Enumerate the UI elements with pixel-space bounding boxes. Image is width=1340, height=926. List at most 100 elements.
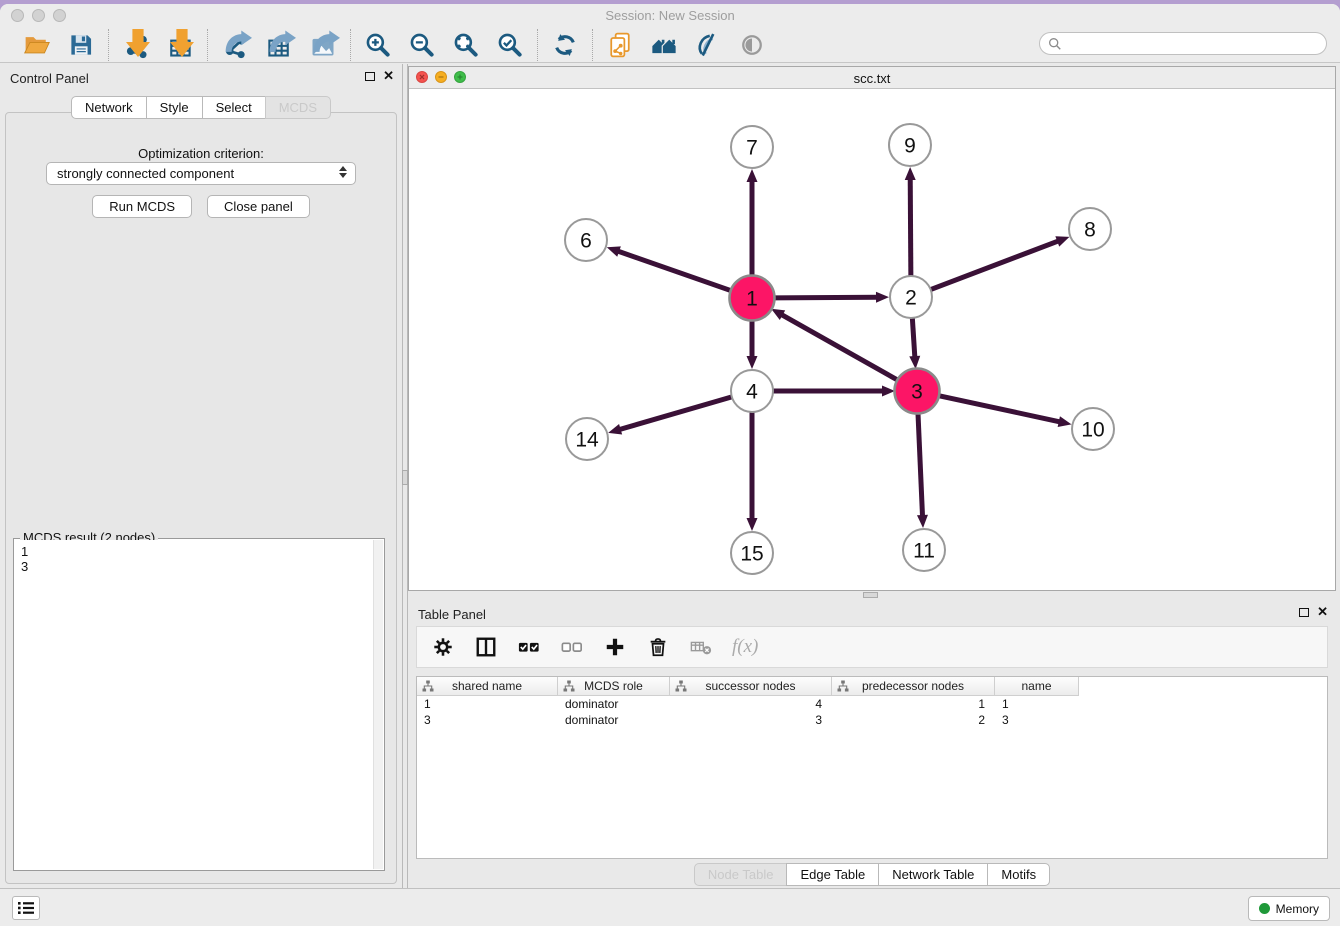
select-all-columns-icon[interactable]	[517, 635, 541, 659]
column-label: successor nodes	[705, 679, 795, 693]
delete-row-icon[interactable]	[646, 635, 670, 659]
mcds-result-text[interactable]: 1 3	[15, 540, 373, 869]
cell-successor-nodes[interactable]: 4	[670, 696, 832, 712]
edge-1-6[interactable]	[607, 246, 732, 291]
graph-node-10[interactable]: 10	[1072, 408, 1114, 450]
table-row-0[interactable]: 1dominator411	[417, 696, 1327, 712]
cell-shared-name[interactable]: 3	[417, 712, 558, 728]
cell-predecessor-nodes[interactable]: 1	[832, 696, 995, 712]
network-window-titlebar[interactable]: scc.txt	[409, 67, 1335, 89]
zoom-fit-icon[interactable]	[451, 30, 481, 60]
edge-4-3[interactable]	[773, 386, 895, 397]
column-header-shared-name[interactable]: shared name	[417, 677, 558, 696]
close-panel-button[interactable]: Close panel	[207, 195, 310, 218]
run-mcds-button[interactable]: Run MCDS	[92, 195, 192, 218]
graph-node-11[interactable]: 11	[903, 529, 945, 571]
tab-mcds[interactable]: MCDS	[265, 96, 331, 119]
tab-style[interactable]: Style	[146, 96, 203, 119]
add-row-icon[interactable]	[603, 635, 627, 659]
cell-mcds-role[interactable]: dominator	[558, 712, 670, 728]
cell-name[interactable]: 1	[995, 696, 1079, 712]
export-network-icon[interactable]	[220, 30, 250, 60]
svg-text:1: 1	[746, 287, 758, 310]
show-graphics-details-icon[interactable]	[737, 30, 767, 60]
export-table-icon[interactable]	[264, 30, 294, 60]
float-panel-icon[interactable]	[365, 72, 375, 81]
graph-node-15[interactable]: 15	[731, 532, 773, 574]
graph-node-8[interactable]: 8	[1069, 208, 1111, 250]
tab-network[interactable]: Network	[71, 96, 147, 119]
graph-node-3[interactable]: 3	[895, 369, 940, 414]
edge-2-8[interactable]	[931, 236, 1070, 289]
zoom-out-icon[interactable]	[407, 30, 437, 60]
column-visibility-icon[interactable]	[474, 635, 498, 659]
edge-1-7[interactable]	[747, 169, 758, 277]
table-row-1[interactable]: 3dominator323	[417, 712, 1327, 728]
graph-node-14[interactable]: 14	[566, 418, 608, 460]
network-graph[interactable]: 7 9 6 8 1 2 4 3 14 10 15 11	[409, 89, 1335, 590]
cell-mcds-role[interactable]: dominator	[558, 696, 670, 712]
splitter-handle[interactable]	[863, 592, 878, 598]
result-scrollbar[interactable]	[373, 540, 383, 869]
hide-graphics-details-icon[interactable]	[693, 30, 723, 60]
edge-1-4[interactable]	[747, 319, 758, 369]
search-icon	[1048, 37, 1062, 51]
open-session-icon[interactable]	[22, 30, 52, 60]
column-header-name[interactable]: name	[995, 677, 1079, 696]
mcds-result-box: MCDS result (2 nodes) 1 3	[13, 538, 385, 871]
edge-1-2[interactable]	[773, 292, 889, 303]
graph-node-7[interactable]: 7	[731, 126, 773, 168]
graph-node-4[interactable]: 4	[731, 370, 773, 412]
column-label: predecessor nodes	[862, 679, 964, 693]
network-canvas[interactable]: 7 9 6 8 1 2 4 3 14 10 15 11	[409, 89, 1335, 590]
criterion-select[interactable]: strongly connected component	[46, 162, 356, 185]
graph-node-2[interactable]: 2	[890, 276, 932, 318]
horizontal-splitter[interactable]	[408, 591, 1340, 600]
import-network-icon[interactable]	[121, 30, 151, 60]
tab-motifs[interactable]: Motifs	[987, 863, 1050, 886]
network-window-title: scc.txt	[409, 71, 1335, 86]
graph-node-1[interactable]: 1	[730, 276, 775, 321]
node-table[interactable]: shared nameMCDS role successor nodes prede…	[416, 676, 1328, 859]
graph-node-6[interactable]: 6	[565, 219, 607, 261]
home-icon[interactable]	[649, 30, 679, 60]
edge-4-14[interactable]	[608, 397, 732, 435]
save-session-icon[interactable]	[66, 30, 96, 60]
edge-2-9[interactable]	[905, 167, 916, 276]
import-table-icon[interactable]	[165, 30, 195, 60]
tab-edge-table[interactable]: Edge Table	[786, 863, 879, 886]
graph-node-9[interactable]: 9	[889, 124, 931, 166]
column-header-successor-nodes[interactable]: successor nodes	[670, 677, 832, 696]
edge-3-10[interactable]	[938, 395, 1072, 427]
cell-shared-name[interactable]: 1	[417, 696, 558, 712]
close-panel-icon[interactable]: ✕	[383, 71, 394, 81]
zoom-in-icon[interactable]	[363, 30, 393, 60]
tab-node-table[interactable]: Node Table	[694, 863, 788, 886]
column-header-predecessor-nodes[interactable]: predecessor nodes	[832, 677, 995, 696]
export-image-icon[interactable]	[308, 30, 338, 60]
search-input[interactable]	[1067, 37, 1318, 51]
export-arrow-icon	[268, 28, 296, 56]
float-panel-icon[interactable]	[1299, 608, 1309, 617]
search-box[interactable]	[1039, 32, 1327, 55]
tab-network-table[interactable]: Network Table	[878, 863, 988, 886]
close-panel-icon[interactable]: ✕	[1317, 607, 1328, 617]
refresh-icon[interactable]	[550, 30, 580, 60]
tab-select[interactable]: Select	[202, 96, 266, 119]
cell-predecessor-nodes[interactable]: 2	[832, 712, 995, 728]
import-arrow-icon	[168, 29, 196, 57]
edge-2-3[interactable]	[909, 318, 920, 369]
clone-network-icon[interactable]	[605, 30, 635, 60]
edge-3-1[interactable]	[771, 309, 899, 381]
memory-button[interactable]: Memory	[1248, 896, 1330, 921]
column-header-mcds-role[interactable]: MCDS role	[558, 677, 670, 696]
zoom-selected-icon[interactable]	[495, 30, 525, 60]
task-history-button[interactable]	[12, 896, 40, 920]
cell-name[interactable]: 3	[995, 712, 1079, 728]
edge-4-15[interactable]	[747, 412, 758, 531]
edge-3-11[interactable]	[917, 412, 928, 528]
svg-text:10: 10	[1081, 418, 1104, 441]
table-options-icon[interactable]	[431, 635, 455, 659]
deselect-all-columns-icon[interactable]	[560, 635, 584, 659]
cell-successor-nodes[interactable]: 3	[670, 712, 832, 728]
